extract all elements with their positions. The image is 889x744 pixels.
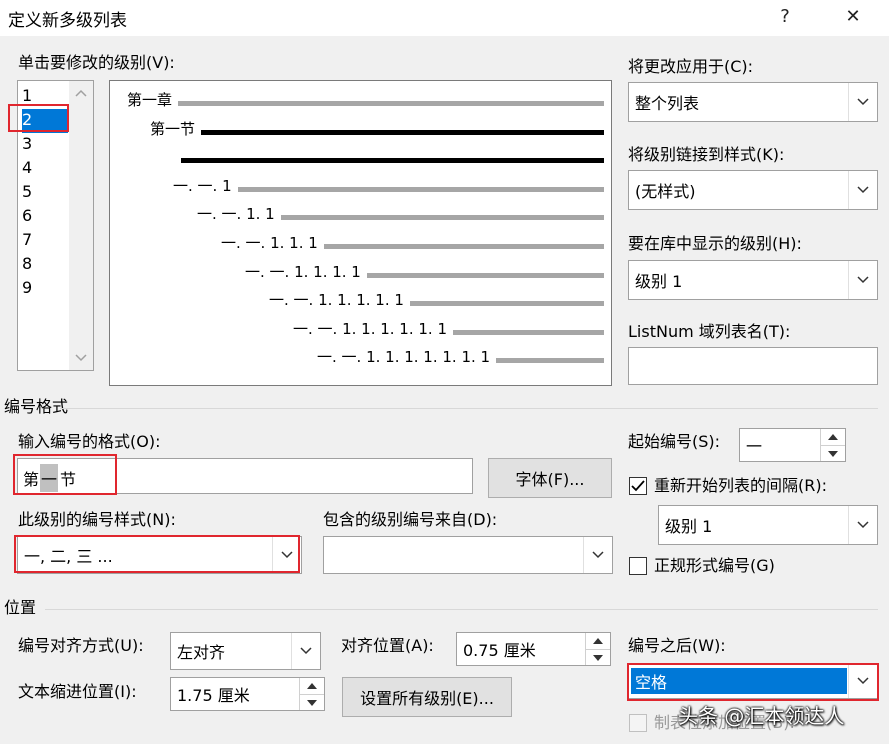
spin-down-icon[interactable] <box>586 649 610 665</box>
listnum-input[interactable] <box>628 347 878 385</box>
spin-up-icon[interactable] <box>300 678 324 694</box>
level-list-item[interactable]: 7 <box>22 229 68 253</box>
highlight-box <box>14 535 300 573</box>
preview-number-text: 一. 一. 1. 1 <box>197 205 275 224</box>
start-at-spinner[interactable]: 一 <box>739 428 846 462</box>
restart-label: 重新开始列表的间隔(R): <box>654 476 827 495</box>
preview-text-line <box>453 329 604 335</box>
dialog-title: 定义新多级列表 <box>8 11 127 31</box>
include-level-label: 包含的级别编号来自(D): <box>323 510 498 529</box>
start-at-value: 一 <box>746 437 763 456</box>
preview-text-line <box>178 101 604 106</box>
align-at-value: 0.75 厘米 <box>463 641 536 660</box>
preview-text-line <box>181 158 604 164</box>
spinner-buttons[interactable] <box>299 678 324 710</box>
preview-pane: 第一章第一节一. 一. 1 一. 一. 1. 1 一. 一. 1. 1. 1 一. 一… <box>109 80 612 386</box>
preview-number-text: 一. 一. 1. 1. 1. 1. 1. 1. 1 <box>317 348 491 367</box>
preview-text-line <box>496 358 604 364</box>
checkmark-icon <box>631 480 645 492</box>
number-format-section-title: 编号格式 <box>4 397 69 416</box>
level-list-item[interactable]: 8 <box>22 253 68 277</box>
apply-to-label: 将更改应用于(C): <box>628 57 754 76</box>
preview-text-line <box>237 186 604 192</box>
align-at-label: 对齐位置(A): <box>341 636 434 655</box>
level-list-item[interactable]: 4 <box>22 157 68 181</box>
restart-level-value: 级别 1 <box>665 517 713 536</box>
chevron-down-icon <box>848 171 877 209</box>
spin-up-icon[interactable] <box>586 633 610 649</box>
restart-checkbox[interactable] <box>629 477 647 495</box>
indent-spinner[interactable]: 1.75 厘米 <box>170 677 325 711</box>
apply-to-value: 整个列表 <box>635 94 700 113</box>
link-style-value: (无样式) <box>635 182 696 201</box>
set-all-levels-button[interactable]: 设置所有级别(E)... <box>342 677 512 717</box>
restart-level-select[interactable]: 级别 1 <box>658 505 878 545</box>
align-label: 编号对齐方式(U): <box>18 636 144 655</box>
link-style-label: 将级别链接到样式(K): <box>628 145 785 164</box>
legal-style-checkbox[interactable] <box>629 557 647 575</box>
highlight-box <box>627 663 879 701</box>
spin-up-icon[interactable] <box>821 429 845 445</box>
level-list-item[interactable]: 9 <box>22 277 68 301</box>
align-value: 左对齐 <box>177 643 226 662</box>
level-list-item[interactable]: 3 <box>22 133 68 157</box>
preview-text-line <box>409 301 604 307</box>
preview-text-line <box>366 272 604 278</box>
preview-number-text: 第一节 <box>150 119 196 138</box>
preview-number-text: 一. 一. 1 <box>173 176 232 195</box>
spin-down-icon[interactable] <box>300 694 324 710</box>
spinner-buttons[interactable] <box>585 633 610 665</box>
gallery-level-value: 级别 1 <box>635 272 683 291</box>
number-style-label: 此级别的编号样式(N): <box>18 510 176 529</box>
divider <box>45 609 878 610</box>
legal-style-label: 正规形式编号(G) <box>654 556 775 575</box>
indent-label: 文本缩进位置(I): <box>18 682 137 701</box>
preview-number-text: 一. 一. 1. 1. 1 <box>221 234 318 252</box>
watermark: 头条 @汇本领达人 <box>678 704 845 728</box>
level-list-item[interactable]: 5 <box>22 181 68 205</box>
font-button[interactable]: 字体(F)... <box>488 458 612 498</box>
help-button[interactable]: ? <box>770 4 800 30</box>
title-bar <box>0 0 889 36</box>
include-level-select[interactable] <box>323 536 613 574</box>
link-style-select[interactable]: (无样式) <box>628 170 878 210</box>
follow-number-label: 编号之后(W): <box>628 636 726 655</box>
chevron-down-icon <box>583 537 612 573</box>
chevron-down-icon <box>848 261 877 299</box>
spin-down-icon[interactable] <box>821 445 845 461</box>
gallery-level-label: 要在库中显示的级别(H): <box>628 234 802 253</box>
align-select[interactable]: 左对齐 <box>170 632 321 670</box>
scroll-up-icon[interactable] <box>75 89 87 97</box>
chevron-down-icon <box>848 83 877 121</box>
indent-value: 1.75 厘米 <box>177 686 250 705</box>
divider <box>60 408 878 409</box>
chevron-down-icon <box>848 506 877 544</box>
gallery-level-select[interactable]: 级别 1 <box>628 260 878 300</box>
preview-number-text: 一. 一. 1. 1. 1. 1. 1 <box>269 291 404 310</box>
chevron-down-icon <box>291 633 320 669</box>
level-list-label: 单击要修改的级别(V): <box>18 53 175 72</box>
highlight-box <box>13 454 117 495</box>
level-list-scrollbar[interactable] <box>69 81 93 370</box>
preview-number-text: 一. 一. 1. 1. 1. 1 <box>245 262 361 281</box>
preview-text-line <box>280 215 604 221</box>
preview-number-text: 第一章 <box>127 91 173 109</box>
preview-number-text: 一. 一. 1. 1. 1. 1. 1. 1 <box>293 319 448 338</box>
preview-text-line <box>201 129 604 135</box>
close-button[interactable]: ✕ <box>838 4 868 30</box>
scroll-down-icon[interactable] <box>75 354 87 362</box>
apply-to-select[interactable]: 整个列表 <box>628 82 878 122</box>
position-section-title: 位置 <box>4 598 37 617</box>
spinner-buttons[interactable] <box>820 429 845 461</box>
align-at-spinner[interactable]: 0.75 厘米 <box>456 632 611 666</box>
start-at-label: 起始编号(S): <box>628 432 721 451</box>
format-input-label: 输入编号的格式(O): <box>18 432 161 451</box>
listnum-label: ListNum 域列表名(T): <box>628 322 791 341</box>
preview-text-line <box>323 244 604 249</box>
tab-stop-checkbox[interactable] <box>629 714 647 732</box>
level-list-item[interactable]: 6 <box>22 205 68 229</box>
highlight-box <box>8 104 69 132</box>
